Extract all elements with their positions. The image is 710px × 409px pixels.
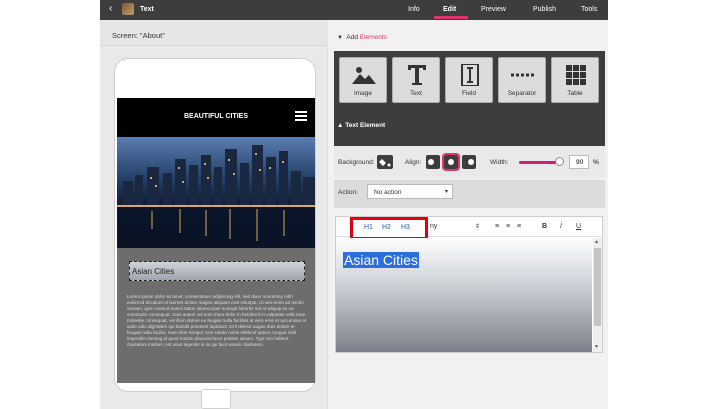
select-arrows-icon[interactable]: ⇕ bbox=[475, 223, 480, 230]
h1-button[interactable]: H1 bbox=[364, 224, 373, 231]
image-element-label: Image bbox=[353, 90, 373, 97]
add-elements-prefix: Add bbox=[346, 34, 358, 41]
action-select-value: No action bbox=[374, 189, 402, 196]
app-title: Text bbox=[140, 6, 154, 13]
phone-screen: BEAUTIFUL CITIES Asian Cities Lorem ipsu… bbox=[117, 98, 315, 383]
editor-content-area[interactable]: Asian Cities bbox=[336, 238, 592, 352]
phone-home-button bbox=[201, 389, 231, 409]
width-slider-handle[interactable] bbox=[555, 157, 564, 166]
table-element-label: Table bbox=[567, 90, 583, 97]
screen-preview-panel: Screen: "About" BEAUTIFUL CITIES Asian C… bbox=[100, 20, 328, 409]
elements-palette: Image Text Field Separator Table bbox=[334, 51, 605, 156]
paint-bucket-icon bbox=[379, 159, 391, 167]
field-icon bbox=[461, 64, 479, 86]
active-tab-indicator bbox=[434, 16, 468, 19]
text-element-button[interactable]: Text bbox=[392, 57, 440, 103]
separator-element-button[interactable]: Separator bbox=[498, 57, 546, 103]
heading-buttons-highlight: H1 H2 H3 bbox=[350, 217, 428, 240]
screen-header: Screen: "About" bbox=[100, 20, 328, 46]
separator-icon bbox=[511, 73, 535, 77]
add-elements-toggle[interactable]: ▼ Add Elements bbox=[337, 34, 387, 41]
text-element-icon: ▲ bbox=[337, 122, 344, 129]
h2-button[interactable]: H2 bbox=[382, 224, 391, 231]
add-elements-link[interactable]: Elements bbox=[360, 34, 387, 41]
scroll-thumb[interactable] bbox=[594, 248, 601, 326]
align-right-button[interactable] bbox=[462, 155, 476, 169]
font-select-value[interactable]: ny bbox=[430, 223, 437, 230]
background-label: Background: bbox=[338, 159, 375, 166]
width-input[interactable]: 90 bbox=[569, 155, 589, 169]
background-picker-button[interactable] bbox=[377, 155, 393, 169]
bold-button[interactable]: B bbox=[542, 223, 547, 230]
align-center-button[interactable] bbox=[442, 153, 460, 171]
tab-edit[interactable]: Edit bbox=[443, 6, 456, 13]
properties-panel: ▼ Add Elements Image Text Field Separato… bbox=[329, 20, 608, 409]
city-skyline-image[interactable] bbox=[117, 137, 315, 248]
text-icon bbox=[408, 65, 426, 85]
back-chevron-icon[interactable]: ‹ bbox=[109, 4, 112, 14]
rich-text-editor: H1 H2 H3 ny ⇕ ≡ ≡ ≡ B I U Asian Cities ▲… bbox=[335, 216, 603, 353]
hamburger-icon[interactable] bbox=[295, 111, 307, 121]
triangle-down-icon: ▼ bbox=[337, 35, 343, 41]
h3-button[interactable]: H3 bbox=[401, 224, 410, 231]
app-window: ‹ Text Info Edit Preview Publish Tools S… bbox=[100, 0, 608, 409]
image-element-button[interactable]: Image bbox=[339, 57, 387, 103]
app-thumbnail bbox=[122, 3, 134, 15]
editor-scrollbar[interactable]: ▲ ▼ bbox=[593, 238, 602, 352]
tab-preview[interactable]: Preview bbox=[481, 6, 506, 13]
field-element-label: Field bbox=[461, 90, 477, 97]
scroll-down-icon[interactable]: ▼ bbox=[594, 344, 599, 350]
table-icon bbox=[566, 65, 586, 85]
table-element-button[interactable]: Table bbox=[551, 57, 599, 103]
italic-button[interactable]: I bbox=[560, 223, 562, 230]
screen-label: Screen: "About" bbox=[112, 31, 165, 40]
align-left-text-icon[interactable]: ≡ bbox=[495, 223, 499, 230]
dropdown-arrow-icon: ▾ bbox=[444, 189, 448, 195]
phone-body-text[interactable]: Lorem ipsum dolor sit amet, consectetuer… bbox=[127, 294, 307, 348]
width-unit: % bbox=[593, 159, 599, 166]
phone-header-title: BEAUTIFUL CITIES bbox=[183, 113, 249, 120]
phone-frame: BEAUTIFUL CITIES Asian Cities Lorem ipsu… bbox=[114, 58, 316, 409]
scroll-up-icon[interactable]: ▲ bbox=[594, 239, 599, 245]
separator-element-label: Separator bbox=[507, 90, 537, 97]
tab-tools[interactable]: Tools bbox=[581, 6, 597, 13]
top-bar: ‹ Text Info Edit Preview Publish Tools bbox=[100, 0, 608, 20]
text-element-header: ▲ Text Element bbox=[337, 122, 385, 129]
selected-heading-text[interactable]: Asian Cities bbox=[343, 252, 419, 268]
tab-info[interactable]: Info bbox=[408, 6, 420, 13]
editor-toolbar: H1 H2 H3 ny ⇕ ≡ ≡ ≡ B I U bbox=[336, 217, 602, 240]
field-element-button[interactable]: Field bbox=[445, 57, 493, 103]
width-label: Width: bbox=[490, 159, 509, 166]
image-icon bbox=[352, 67, 376, 84]
align-center-text-icon[interactable]: ≡ bbox=[506, 223, 510, 230]
action-select[interactable]: No action ▾ bbox=[367, 184, 453, 199]
action-row: Action: No action ▾ bbox=[334, 180, 605, 208]
phone-header: BEAUTIFUL CITIES bbox=[117, 98, 315, 137]
align-right-text-icon[interactable]: ≡ bbox=[517, 223, 521, 230]
align-left-button[interactable] bbox=[426, 155, 440, 169]
underline-button[interactable]: U bbox=[576, 223, 581, 230]
phone-heading-element[interactable]: Asian Cities bbox=[129, 261, 305, 281]
action-label: Action: bbox=[338, 189, 358, 196]
style-properties-row: Background: Align: Width: 90 % bbox=[334, 146, 605, 178]
text-element-label: Text bbox=[410, 90, 422, 97]
tab-publish[interactable]: Publish bbox=[533, 6, 556, 13]
align-label: Align: bbox=[405, 159, 422, 166]
width-slider[interactable] bbox=[519, 161, 559, 164]
text-element-title: Text Element bbox=[345, 122, 386, 129]
